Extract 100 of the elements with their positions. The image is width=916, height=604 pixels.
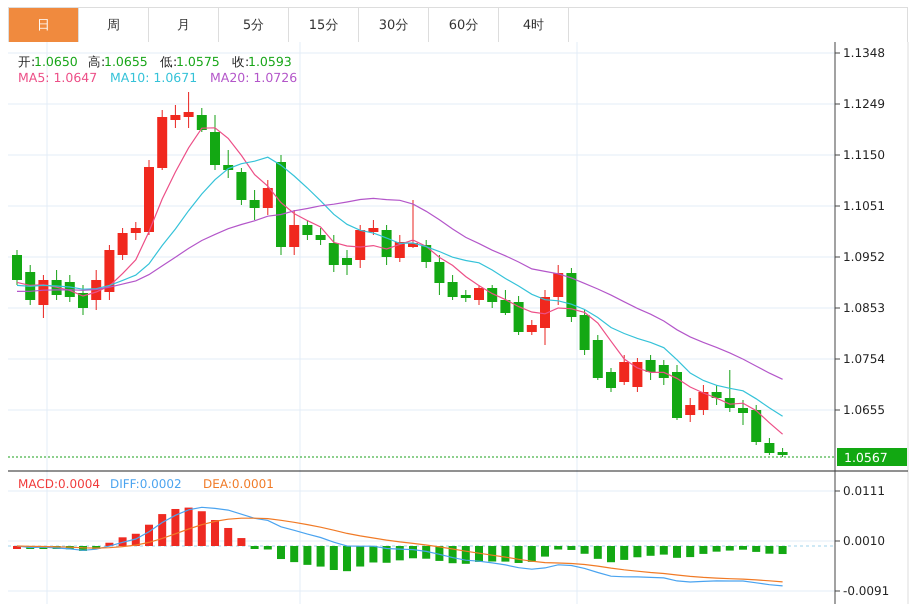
candlestick [104, 244, 114, 300]
macd-bar [607, 546, 615, 562]
macd-bar [79, 546, 87, 551]
ohlc-label: 高: [88, 54, 106, 69]
macd-bar [514, 546, 523, 563]
macd-legend: MACD:0.0004 [18, 477, 100, 491]
macd-legend: DIFF:0.0002 [110, 477, 182, 491]
moving-average-legend: MA10: 1.0671 [110, 70, 198, 85]
macd-bar [198, 511, 206, 546]
macd-bar [765, 546, 774, 554]
macd-bar [541, 546, 549, 557]
candlestick [698, 384, 708, 416]
macd-bar [752, 546, 760, 552]
candlestick [157, 110, 168, 170]
candlestick [421, 240, 432, 268]
macd-bar [488, 546, 496, 562]
candlestick [672, 364, 682, 420]
macd-axis-label: -0.0091 [843, 584, 890, 598]
macd-axis-label: 0.0010 [843, 534, 885, 548]
price-axis-label: 1.0853 [843, 301, 885, 315]
candlestick [566, 268, 576, 322]
candlestick [342, 250, 352, 276]
candlestick [448, 274, 458, 300]
ohlc-value: 1.0575 [176, 54, 220, 69]
ohlc-value: 1.0593 [248, 54, 292, 69]
ohlc-label: 低: [160, 54, 178, 69]
macd-bar [13, 546, 21, 549]
macd-bar [620, 546, 628, 560]
macd-bar [646, 546, 655, 556]
macd-bar [686, 546, 694, 558]
macd-legend: DEA:0.0001 [203, 477, 274, 491]
macd-bar [237, 538, 246, 546]
candlestick [764, 438, 774, 456]
moving-average-legend: MA20: 1.0726 [210, 70, 298, 85]
macd-bar [501, 546, 510, 562]
macd-bar [712, 546, 721, 552]
candlestick [553, 264, 564, 306]
candlestick [606, 368, 616, 392]
last-price-tag: 1.0567 [837, 448, 907, 466]
ohlc-value: 1.0655 [104, 54, 148, 69]
candlestick [78, 284, 88, 316]
candlestick [302, 220, 312, 240]
price-axis-label: 1.1249 [843, 97, 885, 111]
macd-bar [528, 546, 536, 562]
macd-bar [250, 546, 259, 549]
price-axis-label: 1.1348 [843, 46, 885, 60]
candlestick [712, 384, 722, 406]
macd-bar [171, 508, 180, 546]
candlestick [487, 284, 498, 308]
price-axis-label: 1.0655 [843, 403, 885, 417]
macd-bar [369, 546, 378, 562]
candlestick [658, 360, 669, 386]
macd-bar [66, 546, 74, 550]
macd-bar [699, 546, 708, 554]
macd-bar [224, 528, 232, 546]
macd-bar [158, 514, 166, 546]
candlestick [474, 284, 484, 306]
candlestick [355, 224, 366, 268]
candlestick [514, 296, 524, 336]
macd-bar [330, 546, 338, 570]
macd-bar [422, 546, 430, 559]
candlestick [196, 108, 207, 132]
price-axis-label: 1.0952 [843, 250, 885, 264]
macd-bar [343, 546, 351, 572]
candlestick [210, 114, 220, 170]
macd-bar [580, 546, 589, 554]
candlestick [751, 404, 762, 446]
macd-axis-label: 0.0111 [843, 484, 885, 498]
candlestick [632, 358, 642, 392]
macd-bar [739, 546, 747, 550]
candlestick [592, 334, 603, 380]
candlestick [262, 180, 273, 216]
candlestick [460, 290, 471, 302]
macd-bar [396, 546, 404, 560]
macd-bar [594, 546, 602, 559]
macd-bar [778, 546, 787, 554]
candlestick [646, 354, 656, 380]
candlestick [130, 222, 141, 240]
ohlc-value: 1.0650 [34, 54, 78, 69]
candlestick [434, 254, 444, 296]
candlestick [724, 370, 735, 412]
candlestick [328, 234, 339, 272]
macd-bar [290, 546, 298, 562]
candlestick [38, 274, 48, 318]
macd-bar [356, 546, 364, 567]
candlestick [540, 290, 550, 346]
candlestick [289, 210, 300, 256]
candlestick [500, 290, 510, 316]
candlestick [25, 264, 36, 306]
macd-bar [673, 546, 681, 558]
macd-bar [184, 508, 193, 546]
candlestick [526, 320, 537, 336]
price-axis-label: 1.0754 [843, 352, 885, 366]
candlestick [223, 150, 234, 178]
price-axis-label: 1.1051 [843, 199, 885, 213]
macd-bar [633, 546, 642, 558]
candlestick [118, 228, 128, 260]
candlestick [580, 310, 590, 356]
price-axis-label: 1.1150 [843, 148, 885, 162]
macd-bar [105, 542, 114, 546]
